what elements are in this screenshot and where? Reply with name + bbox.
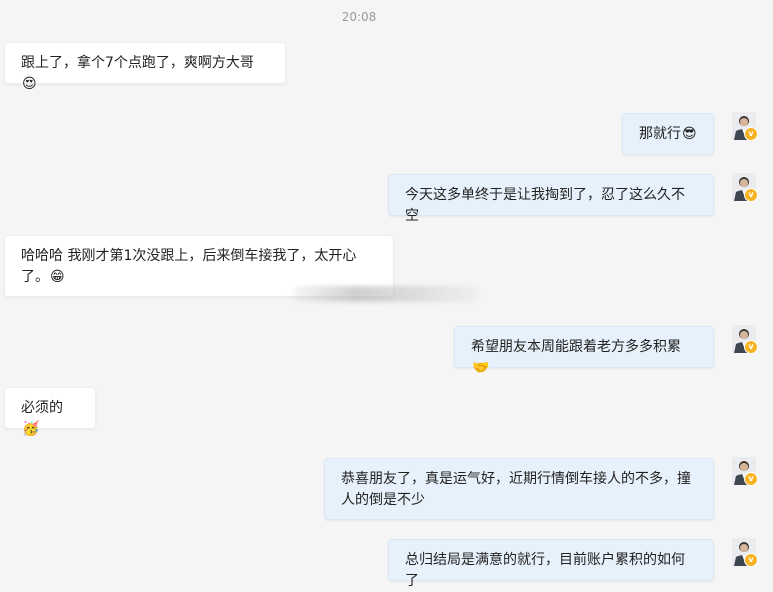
message-text: 必须的 [21,400,63,416]
message-text: 希望朋友本周能跟着老方多多积累 [471,339,681,355]
handshake-emoji-icon: 🤝 [472,360,490,376]
message-bubble-incoming[interactable]: 必须的 🥳 [4,387,96,437]
grin-emoji-icon: 😁 [50,269,65,285]
message-text: 今天这多单终于是让我掏到了，忍了这么久不空 [405,187,685,224]
message-text: 总归结局是满意的就行，目前账户累积的如何了 [405,552,685,589]
redacted-blur [292,286,478,302]
message-text: 那就行 [639,126,681,142]
avatar[interactable]: v [732,325,758,354]
avatar[interactable]: v [732,538,758,567]
chat-timestamp: 20:08 [341,10,377,24]
verified-badge-icon: v [744,472,758,486]
avatar[interactable]: v [732,457,758,486]
message-text: 恭喜朋友了，真是运气好，近期行情倒车接人的不多，撞人的倒是不少 [341,471,691,508]
sunglasses-emoji-icon: 😎 [682,126,697,142]
message-bubble-outgoing[interactable]: 恭喜朋友了，真是运气好，近期行情倒车接人的不多，撞人的倒是不少 [324,458,714,520]
avatar[interactable]: v [732,112,758,141]
avatar[interactable]: v [732,173,758,202]
message-text: 跟上了，拿个7个点跑了，爽啊方大哥 [21,55,254,71]
verified-badge-icon: v [744,188,758,202]
message-bubble-outgoing[interactable]: 今天这多单终于是让我掏到了，忍了这么久不空 [388,174,714,224]
verified-badge-icon: v [744,127,758,141]
message-bubble-outgoing[interactable]: 总归结局是满意的就行，目前账户累积的如何了 [388,539,714,589]
message-bubble-outgoing[interactable]: 希望朋友本周能跟着老方多多积累 🤝 [454,326,714,376]
verified-badge-icon: v [744,553,758,567]
message-text: 哈哈哈 我刚才第1次没跟上，后来倒车接我了，太开心了。 [21,248,357,285]
message-bubble-incoming[interactable]: 跟上了，拿个7个点跑了，爽啊方大哥 😍 [4,42,286,92]
party-face-emoji-icon: 🥳 [22,421,40,437]
heart-eyes-emoji-icon: 😍 [22,76,37,92]
message-bubble-outgoing[interactable]: 那就行😎 [622,113,714,155]
verified-badge-icon: v [744,340,758,354]
